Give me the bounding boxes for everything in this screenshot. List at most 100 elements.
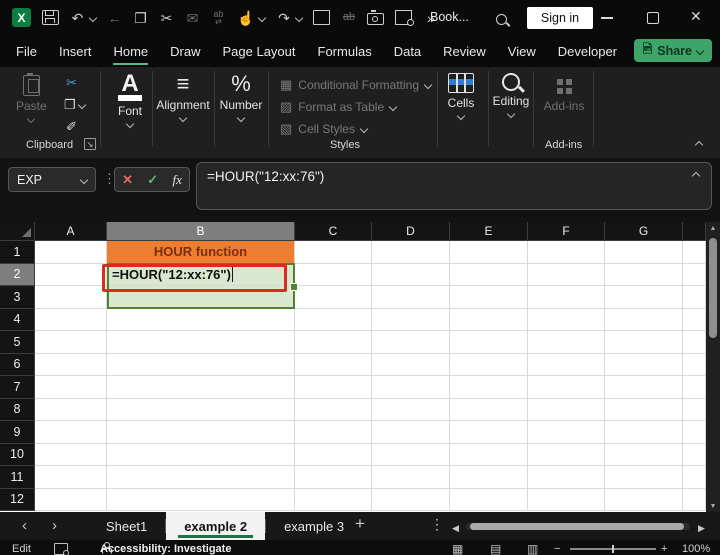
tab-formulas[interactable]: Formulas (318, 38, 372, 65)
cell-B6[interactable] (107, 353, 295, 376)
cell-A2[interactable] (35, 263, 107, 286)
insert-function-icon[interactable]: fx (172, 172, 181, 188)
tab-review[interactable]: Review (443, 38, 486, 65)
cell-A6[interactable] (35, 353, 107, 376)
name-box[interactable]: EXP (8, 167, 96, 192)
cell-F8[interactable] (528, 398, 605, 421)
cell-D8[interactable] (372, 398, 450, 421)
cell-D7[interactable] (372, 376, 450, 399)
tab-file[interactable]: File (16, 38, 37, 65)
cell-B2[interactable]: =HOUR("12:xx:76") (107, 263, 295, 286)
cell-D1[interactable] (372, 241, 450, 264)
vertical-scrollbar-thumb[interactable] (709, 238, 717, 338)
cell-D5[interactable] (372, 331, 450, 354)
cell-E2[interactable] (450, 263, 528, 286)
search-icon[interactable] (496, 14, 507, 25)
cell-D11[interactable] (372, 466, 450, 489)
camera-icon[interactable] (367, 10, 385, 25)
tab-developer[interactable]: Developer (558, 38, 617, 65)
cells-menu-button[interactable]: Cells (440, 73, 482, 121)
cell-F10[interactable] (528, 443, 605, 466)
cell-A12[interactable] (35, 488, 107, 511)
column-header-partial[interactable] (683, 222, 706, 241)
cell-F6[interactable] (528, 353, 605, 376)
column-header-E[interactable]: E (450, 222, 528, 241)
cell-E6[interactable] (450, 353, 528, 376)
chevron-down-icon[interactable] (295, 13, 304, 22)
sign-in-button[interactable]: Sign in (527, 7, 593, 29)
tab-home[interactable]: Home (113, 38, 149, 65)
cell-E12[interactable] (450, 488, 528, 511)
cell-B9[interactable] (107, 421, 295, 444)
cell-F7[interactable] (528, 376, 605, 399)
cell-C11[interactable] (295, 466, 372, 489)
undo-icon[interactable]: ↶ (70, 9, 85, 27)
normal-view-icon[interactable]: ▦ (452, 542, 463, 555)
back-icon[interactable]: ← (107, 9, 122, 27)
save-icon[interactable] (42, 10, 59, 25)
cell-C9[interactable] (295, 421, 372, 444)
cell-D9[interactable] (372, 421, 450, 444)
cell-F3[interactable] (528, 286, 605, 309)
paste-button[interactable]: Paste (16, 73, 47, 124)
tab-page-layout[interactable]: Page Layout (223, 38, 296, 65)
cell-A1[interactable] (35, 241, 107, 264)
cell-E8[interactable] (450, 398, 528, 421)
cut-icon[interactable]: ✂ (66, 75, 77, 91)
cell-G8[interactable] (605, 398, 683, 421)
cell-F4[interactable] (528, 308, 605, 331)
cell-G5[interactable] (605, 331, 683, 354)
zoom-level[interactable]: 100% (682, 543, 710, 555)
next-sheet-icon[interactable]: › (52, 518, 57, 533)
conditional-formatting-button[interactable]: ▦ Conditional Formatting (280, 77, 433, 93)
copy-icon[interactable]: ❐ (133, 9, 148, 27)
cell-_7[interactable] (683, 376, 706, 399)
cell-C3[interactable] (295, 286, 372, 309)
enter-icon[interactable]: ✓ (147, 172, 158, 188)
cell-_12[interactable] (683, 488, 706, 511)
font-menu-button[interactable]: A Font (108, 72, 152, 129)
cell-_3[interactable] (683, 286, 706, 309)
tab-data[interactable]: Data (394, 38, 421, 65)
redo-icon[interactable]: ↷ (276, 9, 291, 27)
cell-D3[interactable] (372, 286, 450, 309)
formula-input[interactable]: =HOUR("12:xx:76") (196, 162, 712, 210)
row-header-1[interactable]: 1 (0, 241, 35, 264)
cell-E3[interactable] (450, 286, 528, 309)
scroll-up-icon[interactable]: ▲ (706, 225, 720, 232)
row-header-9[interactable]: 9 (0, 421, 35, 444)
row-header-4[interactable]: 4 (0, 308, 35, 331)
minimize-icon[interactable] (601, 17, 613, 19)
cell-D2[interactable] (372, 263, 450, 286)
cell-C10[interactable] (295, 443, 372, 466)
cell-_5[interactable] (683, 331, 706, 354)
cell-F11[interactable] (528, 466, 605, 489)
cell-_4[interactable] (683, 308, 706, 331)
row-header-2[interactable]: 2 (0, 263, 35, 286)
cell-B10[interactable] (107, 443, 295, 466)
cell-E10[interactable] (450, 443, 528, 466)
cell-A10[interactable] (35, 443, 107, 466)
row-header-5[interactable]: 5 (0, 331, 35, 354)
cell-D4[interactable] (372, 308, 450, 331)
cell-F12[interactable] (528, 488, 605, 511)
cell-_2[interactable] (683, 263, 706, 286)
page-layout-view-icon[interactable]: ▤ (490, 542, 501, 555)
horizontal-scrollbar-thumb[interactable] (470, 523, 684, 530)
clipboard-dialog-launcher[interactable]: ↘ (84, 138, 96, 150)
share-button[interactable]: 🖻 Share (633, 39, 712, 62)
column-header-F[interactable]: F (528, 222, 605, 241)
cell-C7[interactable] (295, 376, 372, 399)
cell-C6[interactable] (295, 353, 372, 376)
cell-G10[interactable] (605, 443, 683, 466)
hscroll-right-icon[interactable]: ▶ (698, 521, 705, 536)
cell-A5[interactable] (35, 331, 107, 354)
row-header-8[interactable]: 8 (0, 398, 35, 421)
cell-E7[interactable] (450, 376, 528, 399)
cell-E11[interactable] (450, 466, 528, 489)
cell-A4[interactable] (35, 308, 107, 331)
cell-A7[interactable] (35, 376, 107, 399)
mail-icon[interactable]: ✉ (185, 9, 200, 27)
cell-_6[interactable] (683, 353, 706, 376)
zoom-slider[interactable] (570, 545, 656, 553)
